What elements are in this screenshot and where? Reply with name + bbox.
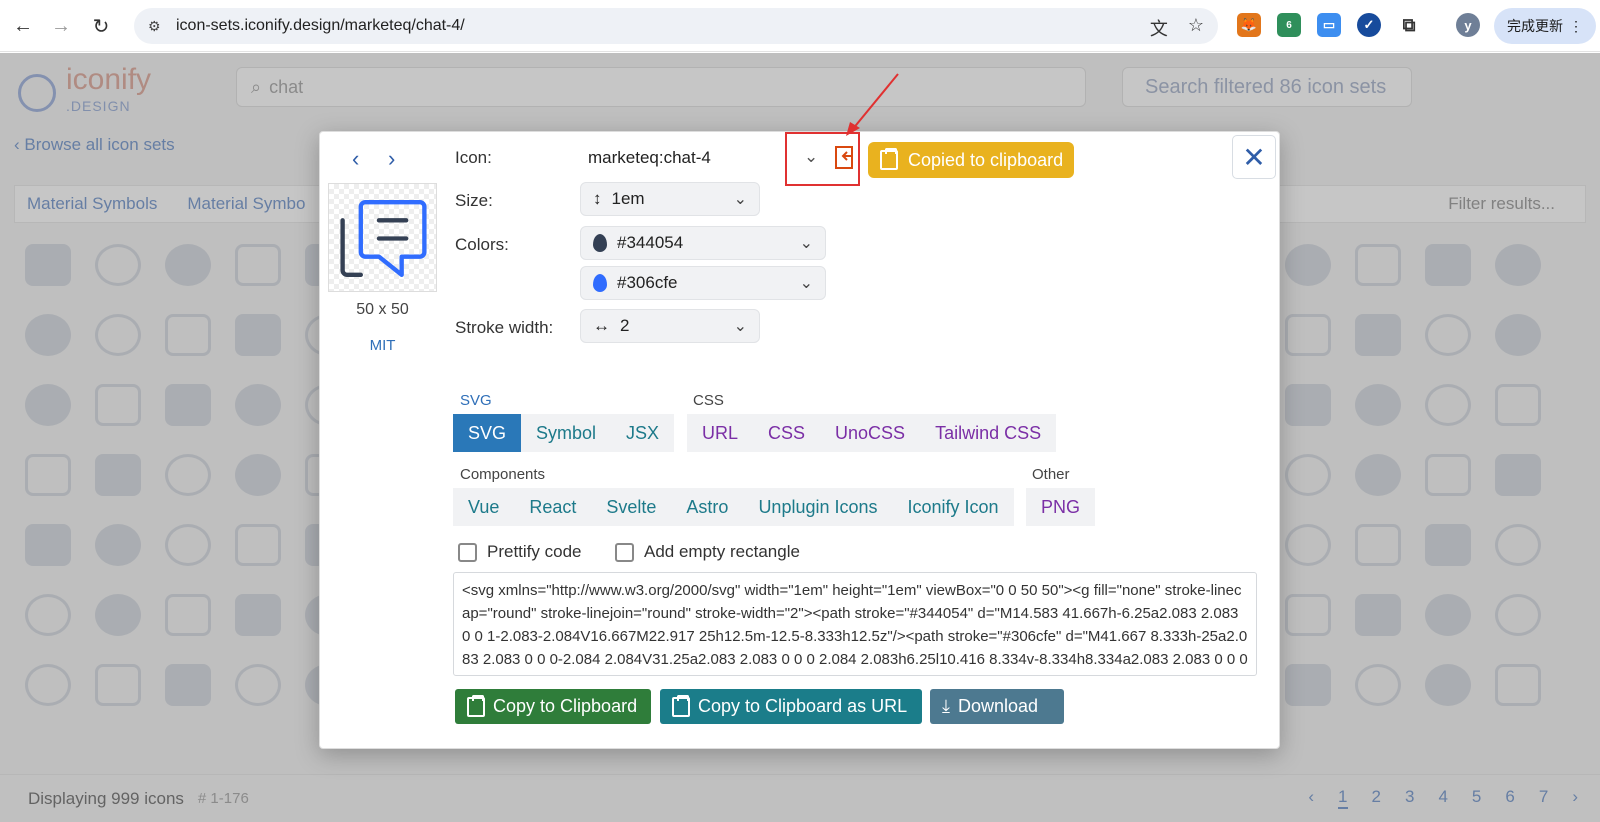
- chevron-down-icon: ⌄: [733, 191, 747, 208]
- more-menu-icon[interactable]: ⋮: [1569, 18, 1583, 35]
- svg-button[interactable]: SVG: [453, 414, 522, 452]
- close-button[interactable]: ✕: [1232, 135, 1276, 179]
- browser-toolbar: ← → ↻ ⚙ icon-sets.iconify.design/markete…: [0, 0, 1600, 52]
- download-icon: ⤓: [942, 696, 950, 716]
- prev-icon-arrow[interactable]: ‹: [352, 146, 359, 172]
- address-bar[interactable]: ⚙ icon-sets.iconify.design/marketeq/chat…: [134, 8, 1218, 44]
- react-button[interactable]: React: [514, 488, 591, 526]
- next-icon-arrow[interactable]: ›: [388, 146, 395, 172]
- copy-name-icon[interactable]: [834, 144, 856, 175]
- metamask-extension-icon[interactable]: 🦊: [1237, 13, 1261, 37]
- empty-rect-checkbox-box[interactable]: [615, 542, 634, 562]
- other-group-title: Other: [1032, 466, 1070, 483]
- copy-to-clipboard-button[interactable]: Copy to Clipboard: [455, 689, 651, 724]
- screen-extension-icon[interactable]: ▭: [1317, 13, 1341, 37]
- chevron-down-icon: ⌄: [799, 235, 813, 252]
- copy-as-url-button[interactable]: Copy to Clipboard as URL: [660, 689, 922, 724]
- unplugin-icons-button[interactable]: Unplugin Icons: [743, 488, 892, 526]
- color-drop-icon: [593, 274, 607, 292]
- extension-badge-icon[interactable]: 6: [1277, 13, 1301, 37]
- css-button[interactable]: CSS: [753, 414, 820, 452]
- check-extension-icon[interactable]: ✓: [1357, 13, 1381, 37]
- clipboard-icon: [672, 694, 690, 717]
- copy-button-label: Copy to Clipboard: [493, 696, 638, 716]
- size-value: 1em: [611, 189, 645, 208]
- prettify-checkbox[interactable]: Prettify code: [458, 542, 582, 562]
- profile-initial: y: [1464, 17, 1472, 33]
- other-button-group: PNG: [1026, 488, 1096, 526]
- vue-button[interactable]: Vue: [453, 488, 514, 526]
- unocss-button[interactable]: UnoCSS: [820, 414, 920, 452]
- profile-avatar[interactable]: y: [1456, 13, 1480, 37]
- bookmark-star-icon[interactable]: ☆: [1188, 15, 1204, 41]
- prettify-label: Prettify code: [487, 542, 582, 561]
- color2-value: #306cfe: [617, 273, 678, 292]
- color1-select[interactable]: #344054 ⌄: [580, 226, 826, 260]
- resize-vertical-icon: ↕: [593, 189, 602, 208]
- size-select[interactable]: ↕ 1em ⌄: [580, 182, 760, 216]
- url-button[interactable]: URL: [687, 414, 753, 452]
- forward-icon[interactable]: →: [48, 13, 74, 39]
- clipboard-check-icon: [880, 148, 898, 170]
- icon-details-modal: ‹ › 50 x 50 MIT Icon: marketeq:chat-4 ⌄ …: [319, 73, 1280, 749]
- prettify-checkbox-box[interactable]: [458, 542, 477, 562]
- chat-4-icon: [340, 199, 427, 278]
- extension-badge-count: 6: [1286, 19, 1292, 31]
- svelte-button[interactable]: Svelte: [591, 488, 671, 526]
- jsx-button[interactable]: JSX: [611, 414, 674, 452]
- clipboard-arrow-icon: [835, 146, 853, 169]
- resize-horizontal-icon: ↔: [593, 316, 610, 335]
- copied-notification: Copied to clipboard: [868, 142, 1074, 178]
- reload-icon[interactable]: ↻: [88, 13, 114, 39]
- icon-dimensions: 50 x 50: [356, 301, 409, 318]
- components-button-group: Vue React Svelte Astro Unplugin Icons Ic…: [453, 488, 1014, 526]
- url-text: icon-sets.iconify.design/marketeq/chat-4…: [176, 17, 465, 34]
- color2-select[interactable]: #306cfe ⌄: [580, 266, 826, 300]
- license-link[interactable]: MIT: [328, 337, 437, 354]
- update-label: 完成更新: [1507, 18, 1563, 34]
- icon-name: marketeq:chat-4: [588, 148, 711, 167]
- css-group-title: CSS: [693, 392, 724, 409]
- symbol-button[interactable]: Symbol: [521, 414, 611, 452]
- copied-text: Copied to clipboard: [908, 149, 1064, 170]
- empty-rect-checkbox[interactable]: Add empty rectangle: [615, 542, 800, 562]
- icon-label: Icon:: [455, 148, 492, 167]
- stroke-width-label: Stroke width:: [455, 318, 554, 337]
- extensions-puzzle-icon[interactable]: ⧉: [1397, 13, 1421, 37]
- close-icon: ✕: [1242, 141, 1266, 173]
- back-icon[interactable]: ←: [10, 13, 36, 39]
- clipboard-icon: [467, 694, 485, 717]
- chevron-down-icon: ⌄: [733, 318, 747, 335]
- astro-button[interactable]: Astro: [671, 488, 743, 526]
- icon-preview: [328, 183, 437, 292]
- svg-button-group: SVG Symbol JSX: [453, 414, 675, 452]
- colors-label: Colors:: [455, 235, 509, 254]
- color-drop-icon: [593, 234, 607, 252]
- annotation-arrow: [846, 73, 899, 136]
- iconify-icon-button[interactable]: Iconify Icon: [893, 488, 1014, 526]
- download-button-label: Download: [957, 696, 1039, 716]
- code-output[interactable]: <svg xmlns="http://www.w3.org/2000/svg" …: [453, 572, 1257, 676]
- size-label: Size:: [455, 191, 493, 210]
- color1-value: #344054: [617, 233, 684, 252]
- download-button[interactable]: ⤓ Download: [930, 689, 1064, 724]
- update-button[interactable]: 完成更新 ⋮: [1494, 8, 1596, 44]
- png-button[interactable]: PNG: [1026, 488, 1095, 526]
- empty-rect-label: Add empty rectangle: [644, 542, 800, 561]
- components-group-title: Components: [460, 466, 546, 483]
- stroke-width-select[interactable]: ↔ 2 ⌄: [580, 309, 760, 343]
- svg-group-title: SVG: [460, 392, 492, 409]
- css-button-group: URL CSS UnoCSS Tailwind CSS: [687, 414, 1057, 452]
- tailwind-css-button[interactable]: Tailwind CSS: [920, 414, 1056, 452]
- site-settings-icon[interactable]: ⚙: [148, 18, 168, 35]
- stroke-value: 2: [620, 316, 630, 335]
- copy-url-button-label: Copy to Clipboard as URL: [698, 696, 908, 716]
- translate-icon[interactable]: 文: [1150, 15, 1168, 41]
- chevron-down-icon: ⌄: [799, 275, 813, 292]
